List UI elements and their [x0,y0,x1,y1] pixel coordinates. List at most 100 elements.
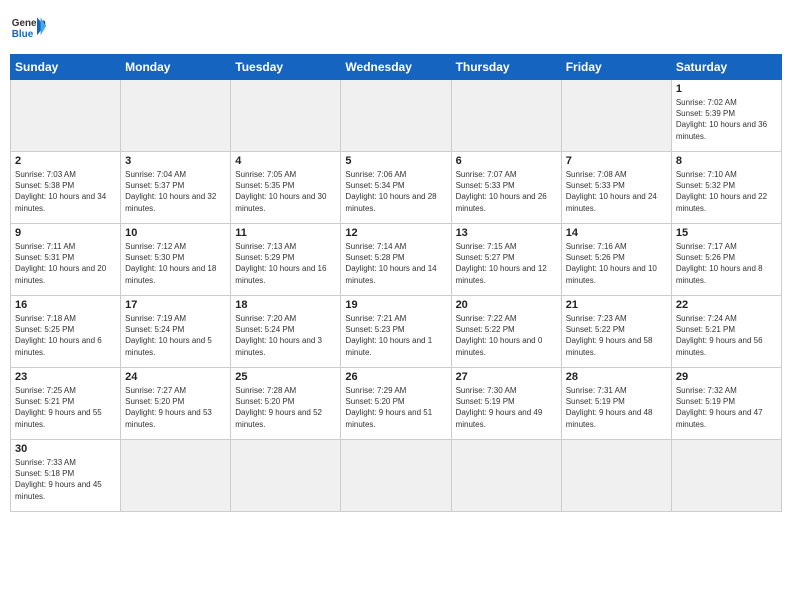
calendar-cell: 15 Sunrise: 7:17 AMSunset: 5:26 PMDayligh… [671,224,781,296]
calendar-cell: 12Sunrise: 7:14 AMSunset: 5:28 PMDayligh… [341,224,451,296]
day-number: 26 [345,371,446,383]
day-number: 9 [15,227,116,239]
day-info: Sunrise: 7:06 AMSunset: 5:34 PMDaylight:… [345,169,446,214]
day-header-friday: Friday [561,55,671,80]
calendar-cell: 7 Sunrise: 7:08 AMSunset: 5:33 PMDaylight… [561,152,671,224]
calendar-cell: 23 Sunrise: 7:25 AMSunset: 5:21 PMDayligh… [11,368,121,440]
calendar-cell: 5 Sunrise: 7:06 AMSunset: 5:34 PMDaylight… [341,152,451,224]
day-info: Sunrise: 7:27 AMSunset: 5:20 PMDaylight:… [125,385,226,430]
calendar-cell [121,440,231,512]
calendar-cell: 30 Sunrise: 7:33 AMSunset: 5:18 PMDayligh… [11,440,121,512]
day-info: Sunrise: 7:22 AMSunset: 5:22 PMDaylight:… [456,313,557,358]
week-row-4: 23 Sunrise: 7:25 AMSunset: 5:21 PMDayligh… [11,368,782,440]
day-number: 30 [15,443,116,455]
day-number: 20 [456,299,557,311]
page: General Blue SundayMondayTuesdayWednesda… [0,0,792,612]
day-number: 13 [456,227,557,239]
calendar-cell [451,80,561,152]
calendar-cell [11,80,121,152]
calendar-cell: 8 Sunrise: 7:10 AMSunset: 5:32 PMDaylight… [671,152,781,224]
calendar-cell: 9 Sunrise: 7:11 AMSunset: 5:31 PMDaylight… [11,224,121,296]
calendar-cell [121,80,231,152]
day-header-wednesday: Wednesday [341,55,451,80]
calendar-cell: 16 Sunrise: 7:18 AMSunset: 5:25 PMDayligh… [11,296,121,368]
calendar-cell: 25 Sunrise: 7:28 AMSunset: 5:20 PMDayligh… [231,368,341,440]
calendar-cell: 1 Sunrise: 7:02 AMSunset: 5:39 PMDaylight… [671,80,781,152]
day-info: Sunrise: 7:21 AMSunset: 5:23 PMDaylight:… [345,313,446,358]
day-number: 4 [235,155,336,167]
header: General Blue [10,10,782,46]
svg-text:Blue: Blue [12,29,34,40]
day-number: 27 [456,371,557,383]
day-info: Sunrise: 7:13 AMSunset: 5:29 PMDaylight:… [235,241,336,286]
day-number: 25 [235,371,336,383]
day-number: 5 [345,155,446,167]
day-info: Sunrise: 7:24 AMSunset: 5:21 PMDaylight:… [676,313,777,358]
day-info: Sunrise: 7:30 AMSunset: 5:19 PMDaylight:… [456,385,557,430]
calendar: SundayMondayTuesdayWednesdayThursdayFrid… [10,54,782,512]
day-info: Sunrise: 7:05 AMSunset: 5:35 PMDaylight:… [235,169,336,214]
day-number: 10 [125,227,226,239]
day-info: Sunrise: 7:20 AMSunset: 5:24 PMDaylight:… [235,313,336,358]
day-info: Sunrise: 7:10 AMSunset: 5:32 PMDaylight:… [676,169,777,214]
calendar-cell [341,440,451,512]
calendar-cell [561,80,671,152]
day-number: 19 [345,299,446,311]
day-info: Sunrise: 7:33 AMSunset: 5:18 PMDaylight:… [15,457,116,502]
day-header-monday: Monday [121,55,231,80]
day-number: 17 [125,299,226,311]
calendar-cell: 27 Sunrise: 7:30 AMSunset: 5:19 PMDayligh… [451,368,561,440]
calendar-cell: 21Sunrise: 7:23 AMSunset: 5:22 PMDayligh… [561,296,671,368]
day-number: 1 [676,83,777,95]
day-info: Sunrise: 7:29 AMSunset: 5:20 PMDaylight:… [345,385,446,430]
calendar-cell: 3Sunrise: 7:04 AMSunset: 5:37 PMDaylight… [121,152,231,224]
day-number: 18 [235,299,336,311]
day-number: 28 [566,371,667,383]
calendar-cell: 2Sunrise: 7:03 AMSunset: 5:38 PMDaylight… [11,152,121,224]
day-info: Sunrise: 7:03 AMSunset: 5:38 PMDaylight:… [15,169,116,214]
day-info: Sunrise: 7:07 AMSunset: 5:33 PMDaylight:… [456,169,557,214]
calendar-cell: 10 Sunrise: 7:12 AMSunset: 5:30 PMDayligh… [121,224,231,296]
calendar-cell [671,440,781,512]
day-number: 15 [676,227,777,239]
calendar-cell: 4 Sunrise: 7:05 AMSunset: 5:35 PMDaylight… [231,152,341,224]
calendar-cell: 22Sunrise: 7:24 AMSunset: 5:21 PMDayligh… [671,296,781,368]
day-number: 7 [566,155,667,167]
week-row-0: 1 Sunrise: 7:02 AMSunset: 5:39 PMDaylight… [11,80,782,152]
calendar-cell [341,80,451,152]
calendar-cell: 11Sunrise: 7:13 AMSunset: 5:29 PMDayligh… [231,224,341,296]
week-row-5: 30 Sunrise: 7:33 AMSunset: 5:18 PMDayligh… [11,440,782,512]
calendar-cell [451,440,561,512]
day-info: Sunrise: 7:31 AMSunset: 5:19 PMDaylight:… [566,385,667,430]
day-info: Sunrise: 7:28 AMSunset: 5:20 PMDaylight:… [235,385,336,430]
day-info: Sunrise: 7:16 AMSunset: 5:26 PMDaylight:… [566,241,667,286]
day-number: 23 [15,371,116,383]
logo-icon: General Blue [10,10,46,46]
day-info: Sunrise: 7:19 AMSunset: 5:24 PMDaylight:… [125,313,226,358]
calendar-cell: 26 Sunrise: 7:29 AMSunset: 5:20 PMDayligh… [341,368,451,440]
day-number: 14 [566,227,667,239]
day-number: 16 [15,299,116,311]
calendar-cell: 29 Sunrise: 7:32 AMSunset: 5:19 PMDayligh… [671,368,781,440]
day-info: Sunrise: 7:02 AMSunset: 5:39 PMDaylight:… [676,97,777,142]
day-info: Sunrise: 7:32 AMSunset: 5:19 PMDaylight:… [676,385,777,430]
week-row-3: 16 Sunrise: 7:18 AMSunset: 5:25 PMDayligh… [11,296,782,368]
week-row-1: 2Sunrise: 7:03 AMSunset: 5:38 PMDaylight… [11,152,782,224]
day-info: Sunrise: 7:12 AMSunset: 5:30 PMDaylight:… [125,241,226,286]
day-header-thursday: Thursday [451,55,561,80]
calendar-cell: 13Sunrise: 7:15 AMSunset: 5:27 PMDayligh… [451,224,561,296]
day-number: 29 [676,371,777,383]
week-row-2: 9 Sunrise: 7:11 AMSunset: 5:31 PMDaylight… [11,224,782,296]
calendar-cell: 17 Sunrise: 7:19 AMSunset: 5:24 PMDayligh… [121,296,231,368]
day-number: 24 [125,371,226,383]
day-info: Sunrise: 7:11 AMSunset: 5:31 PMDaylight:… [15,241,116,286]
day-info: Sunrise: 7:14 AMSunset: 5:28 PMDaylight:… [345,241,446,286]
day-info: Sunrise: 7:25 AMSunset: 5:21 PMDaylight:… [15,385,116,430]
day-number: 21 [566,299,667,311]
calendar-cell: 19 Sunrise: 7:21 AMSunset: 5:23 PMDayligh… [341,296,451,368]
calendar-cell: 28 Sunrise: 7:31 AMSunset: 5:19 PMDayligh… [561,368,671,440]
day-info: Sunrise: 7:17 AMSunset: 5:26 PMDaylight:… [676,241,777,286]
day-number: 8 [676,155,777,167]
day-info: Sunrise: 7:08 AMSunset: 5:33 PMDaylight:… [566,169,667,214]
day-info: Sunrise: 7:18 AMSunset: 5:25 PMDaylight:… [15,313,116,358]
